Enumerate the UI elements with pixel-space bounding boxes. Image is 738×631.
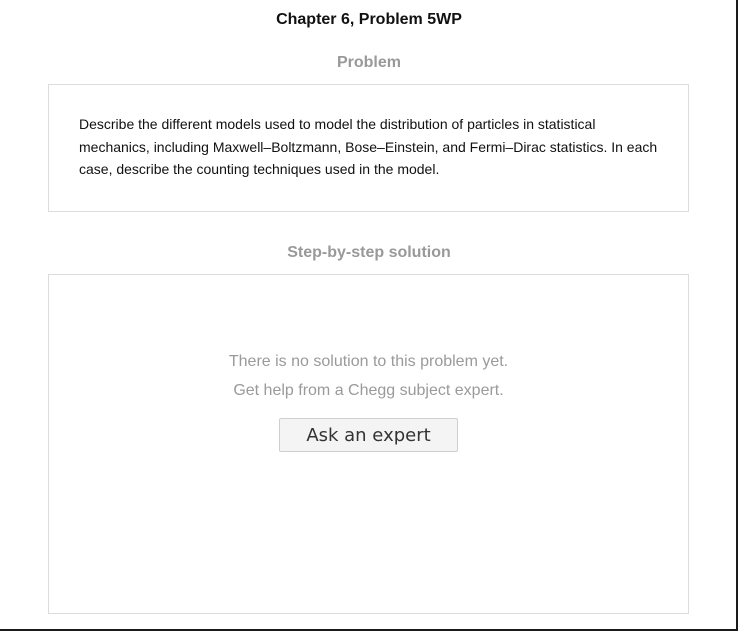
solution-heading: Step-by-step solution bbox=[287, 244, 451, 261]
no-solution-message: There is no solution to this problem yet… bbox=[228, 353, 509, 370]
page-title: Chapter 6, Problem 5WP bbox=[276, 11, 462, 28]
expert-help-message: Get help from a Chegg subject expert. bbox=[233, 382, 504, 399]
problem-box: Describe the different models used to mo… bbox=[48, 84, 689, 212]
ask-expert-button[interactable]: Ask an expert bbox=[279, 418, 458, 452]
problem-heading: Problem bbox=[336, 54, 401, 71]
solution-box: There is no solution to this problem yet… bbox=[48, 274, 689, 614]
problem-text: Describe the different models used to mo… bbox=[79, 116, 658, 177]
